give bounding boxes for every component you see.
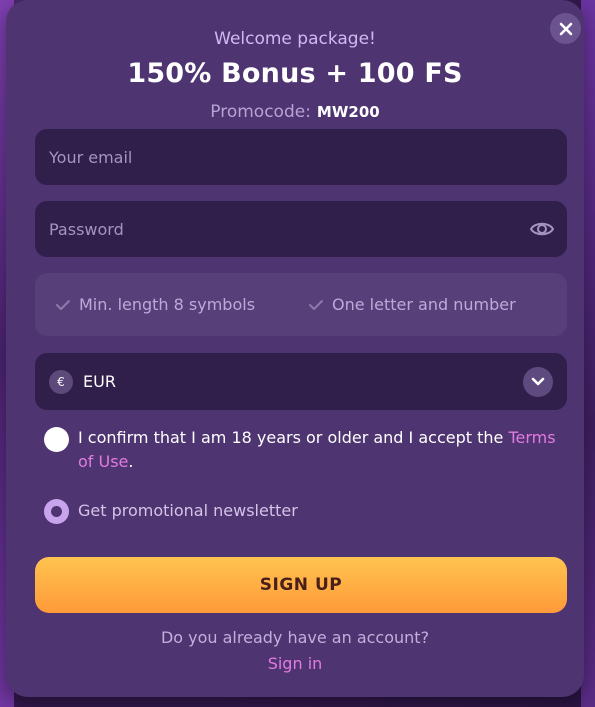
newsletter-label: Get promotional newsletter: [78, 501, 298, 520]
newsletter-checkbox[interactable]: [44, 499, 69, 524]
requirement-length-label: Min. length 8 symbols: [79, 295, 256, 314]
age-terms-checkbox[interactable]: [44, 427, 69, 452]
bonus-headline: 150% Bonus + 100 FS: [127, 58, 463, 89]
age-terms-row: I confirm that I am 18 years or older an…: [44, 426, 573, 474]
promocode-line: Promocode: MW200: [6, 102, 584, 122]
eye-icon: [529, 222, 555, 236]
account-question: Do you already have an account?: [160, 628, 430, 647]
check-icon: [309, 299, 323, 310]
email-placeholder: Your email: [49, 147, 133, 167]
euro-icon: €: [49, 369, 73, 394]
currency-value: EUR: [83, 372, 116, 391]
currency-dropdown-toggle[interactable]: [523, 367, 553, 397]
password-requirements: Min. length 8 symbols One letter and num…: [35, 273, 567, 336]
show-password-button[interactable]: [529, 217, 555, 241]
newsletter-row: Get promotional newsletter: [44, 499, 298, 524]
requirement-length: Min. length 8 symbols: [55, 295, 255, 314]
signin-link[interactable]: Sign in: [6, 654, 584, 673]
check-icon: [56, 299, 70, 310]
signup-modal: Welcome package! 150% Bonus + 100 FS Pro…: [6, 0, 584, 697]
terms-statement: I confirm that I am 18 years or older an…: [78, 428, 509, 447]
chevron-down-icon: [531, 377, 545, 386]
password-placeholder: Password: [49, 219, 124, 239]
age-terms-text: I confirm that I am 18 years or older an…: [78, 426, 573, 474]
requirement-letter-number: One letter and number: [308, 295, 516, 314]
checked-dot: [51, 506, 62, 517]
promocode-label: Promocode:: [210, 102, 311, 122]
terms-period: .: [128, 452, 134, 471]
currency-select[interactable]: € EUR: [35, 353, 567, 410]
promocode-value: MW200: [316, 103, 380, 121]
password-field[interactable]: Password: [35, 201, 567, 257]
requirement-letter-number-label: One letter and number: [332, 295, 516, 314]
signup-button[interactable]: SIGN UP: [35, 557, 567, 613]
welcome-label: Welcome package!: [214, 29, 376, 49]
email-field[interactable]: Your email: [35, 129, 567, 185]
